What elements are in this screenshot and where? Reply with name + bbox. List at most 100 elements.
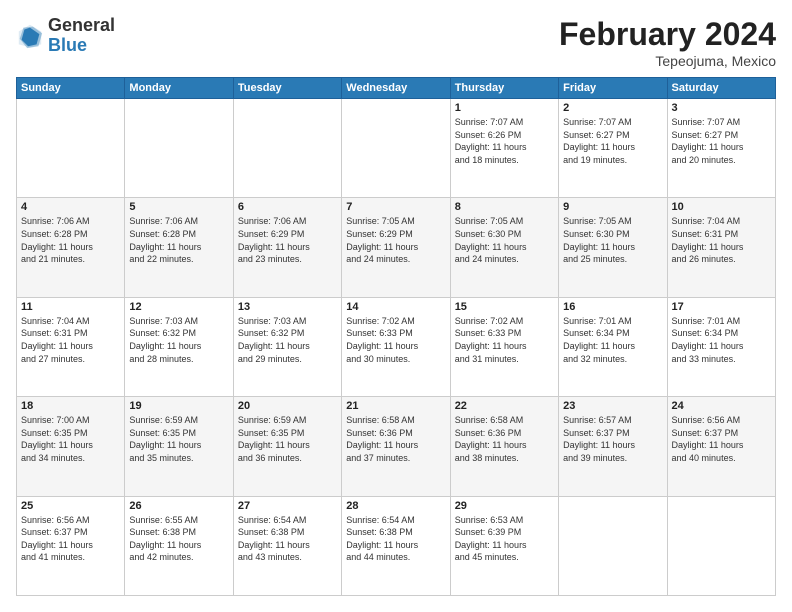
calendar-cell: 19Sunrise: 6:59 AM Sunset: 6:35 PM Dayli… [125, 397, 233, 496]
day-number: 7 [346, 201, 445, 213]
calendar-week-row: 18 Sunrise: 7:00 AM Sunset: 6:35 PM Dayli… [17, 397, 776, 496]
day-number: 22 [455, 400, 554, 412]
day-number: 5 [129, 201, 228, 213]
cell-info: Sunrise: 7:07 AM Sunset: 6:27 PM Dayligh… [672, 116, 771, 166]
day-number: 12 [129, 301, 228, 313]
calendar-cell: 27 Sunrise: 6:54 AM Sunset: 6:38 PM Dayli… [233, 496, 341, 595]
cell-info: Sunrise: 6:58 AM Sunset: 6:36 PM Dayligh… [346, 414, 445, 464]
cell-info: Sunrise: 7:04 AM Sunset: 6:31 PM Dayligh… [21, 315, 120, 365]
calendar-cell: 7 Sunrise: 7:05 AM Sunset: 6:29 PM Daylig… [342, 198, 450, 297]
page: General Blue February 2024 Tepeojuma, Me… [0, 0, 792, 612]
day-number: 14 [346, 301, 445, 313]
day-number: 26 [129, 500, 228, 512]
cell-info: Sunrise: 6:59 AM Sunset: 6:35 PM Dayligh… [238, 414, 337, 464]
day-number: 10 [672, 201, 771, 213]
calendar-cell [125, 99, 233, 198]
cell-info: Sunrise: 6:55 AM Sunset: 6:38 PM Dayligh… [129, 514, 228, 564]
logo-text: General Blue [48, 16, 115, 56]
header: General Blue February 2024 Tepeojuma, Me… [16, 16, 776, 69]
calendar-cell [233, 99, 341, 198]
cell-info: Sunrise: 7:06 AM Sunset: 6:28 PM Dayligh… [129, 215, 228, 265]
day-number: 6 [238, 201, 337, 213]
calendar-cell: 13 Sunrise: 7:03 AM Sunset: 6:32 PM Dayli… [233, 297, 341, 396]
calendar-cell: 17 Sunrise: 7:01 AM Sunset: 6:34 PM Dayli… [667, 297, 775, 396]
calendar-cell: 23Sunrise: 6:57 AM Sunset: 6:37 PM Dayli… [559, 397, 667, 496]
day-number: 17 [672, 301, 771, 313]
calendar-week-row: 4 Sunrise: 7:06 AM Sunset: 6:28 PM Daylig… [17, 198, 776, 297]
calendar-cell: 2Sunrise: 7:07 AM Sunset: 6:27 PM Daylig… [559, 99, 667, 198]
calendar-cell: 16Sunrise: 7:01 AM Sunset: 6:34 PM Dayli… [559, 297, 667, 396]
calendar-cell: 22Sunrise: 6:58 AM Sunset: 6:36 PM Dayli… [450, 397, 558, 496]
calendar-cell: 24 Sunrise: 6:56 AM Sunset: 6:37 PM Dayli… [667, 397, 775, 496]
calendar-cell [667, 496, 775, 595]
calendar-cell: 28 Sunrise: 6:54 AM Sunset: 6:38 PM Dayli… [342, 496, 450, 595]
day-number: 18 [21, 400, 120, 412]
day-number: 21 [346, 400, 445, 412]
day-number: 1 [455, 102, 554, 114]
cell-info: Sunrise: 7:01 AM Sunset: 6:34 PM Dayligh… [672, 315, 771, 365]
calendar-cell [559, 496, 667, 595]
title-block: February 2024 Tepeojuma, Mexico [559, 16, 776, 69]
calendar-col-header: Tuesday [233, 78, 341, 99]
day-number: 15 [455, 301, 554, 313]
calendar-cell: 18 Sunrise: 7:00 AM Sunset: 6:35 PM Dayli… [17, 397, 125, 496]
calendar-cell: 15 Sunrise: 7:02 AM Sunset: 6:33 PM Dayli… [450, 297, 558, 396]
calendar-cell: 26 Sunrise: 6:55 AM Sunset: 6:38 PM Dayli… [125, 496, 233, 595]
cell-info: Sunrise: 7:06 AM Sunset: 6:28 PM Dayligh… [21, 215, 120, 265]
calendar-week-row: 25Sunrise: 6:56 AM Sunset: 6:37 PM Dayli… [17, 496, 776, 595]
calendar-col-header: Thursday [450, 78, 558, 99]
calendar-table: SundayMondayTuesdayWednesdayThursdayFrid… [16, 77, 776, 596]
calendar-col-header: Monday [125, 78, 233, 99]
calendar-cell: 25Sunrise: 6:56 AM Sunset: 6:37 PM Dayli… [17, 496, 125, 595]
calendar-cell: 9 Sunrise: 7:05 AM Sunset: 6:30 PM Daylig… [559, 198, 667, 297]
calendar-col-header: Wednesday [342, 78, 450, 99]
calendar-cell: 6 Sunrise: 7:06 AM Sunset: 6:29 PM Daylig… [233, 198, 341, 297]
cell-info: Sunrise: 6:54 AM Sunset: 6:38 PM Dayligh… [238, 514, 337, 564]
cell-info: Sunrise: 7:05 AM Sunset: 6:30 PM Dayligh… [455, 215, 554, 265]
calendar-cell: 10 Sunrise: 7:04 AM Sunset: 6:31 PM Dayli… [667, 198, 775, 297]
calendar-cell: 21 Sunrise: 6:58 AM Sunset: 6:36 PM Dayli… [342, 397, 450, 496]
day-number: 9 [563, 201, 662, 213]
day-number: 4 [21, 201, 120, 213]
day-number: 11 [21, 301, 120, 313]
calendar-cell: 12 Sunrise: 7:03 AM Sunset: 6:32 PM Dayli… [125, 297, 233, 396]
calendar-cell [342, 99, 450, 198]
logo: General Blue [16, 16, 115, 56]
cell-info: Sunrise: 7:07 AM Sunset: 6:27 PM Dayligh… [563, 116, 662, 166]
day-number: 28 [346, 500, 445, 512]
cell-info: Sunrise: 7:06 AM Sunset: 6:29 PM Dayligh… [238, 215, 337, 265]
calendar-cell: 29 Sunrise: 6:53 AM Sunset: 6:39 PM Dayli… [450, 496, 558, 595]
cell-info: Sunrise: 6:56 AM Sunset: 6:37 PM Dayligh… [672, 414, 771, 464]
calendar-header-row: SundayMondayTuesdayWednesdayThursdayFrid… [17, 78, 776, 99]
day-number: 20 [238, 400, 337, 412]
cell-info: Sunrise: 7:07 AM Sunset: 6:26 PM Dayligh… [455, 116, 554, 166]
calendar-cell: 4 Sunrise: 7:06 AM Sunset: 6:28 PM Daylig… [17, 198, 125, 297]
day-number: 3 [672, 102, 771, 114]
cell-info: Sunrise: 7:05 AM Sunset: 6:30 PM Dayligh… [563, 215, 662, 265]
calendar-cell: 11 Sunrise: 7:04 AM Sunset: 6:31 PM Dayli… [17, 297, 125, 396]
calendar-week-row: 11 Sunrise: 7:04 AM Sunset: 6:31 PM Dayli… [17, 297, 776, 396]
day-number: 27 [238, 500, 337, 512]
cell-info: Sunrise: 7:01 AM Sunset: 6:34 PM Dayligh… [563, 315, 662, 365]
calendar-col-header: Saturday [667, 78, 775, 99]
cell-info: Sunrise: 7:05 AM Sunset: 6:29 PM Dayligh… [346, 215, 445, 265]
cell-info: Sunrise: 7:02 AM Sunset: 6:33 PM Dayligh… [346, 315, 445, 365]
cell-info: Sunrise: 6:59 AM Sunset: 6:35 PM Dayligh… [129, 414, 228, 464]
cell-info: Sunrise: 7:03 AM Sunset: 6:32 PM Dayligh… [129, 315, 228, 365]
calendar-cell: 1 Sunrise: 7:07 AM Sunset: 6:26 PM Daylig… [450, 99, 558, 198]
day-number: 8 [455, 201, 554, 213]
cell-info: Sunrise: 6:54 AM Sunset: 6:38 PM Dayligh… [346, 514, 445, 564]
cell-info: Sunrise: 6:53 AM Sunset: 6:39 PM Dayligh… [455, 514, 554, 564]
cell-info: Sunrise: 7:00 AM Sunset: 6:35 PM Dayligh… [21, 414, 120, 464]
cell-info: Sunrise: 7:04 AM Sunset: 6:31 PM Dayligh… [672, 215, 771, 265]
calendar-cell: 5 Sunrise: 7:06 AM Sunset: 6:28 PM Daylig… [125, 198, 233, 297]
day-number: 13 [238, 301, 337, 313]
calendar-cell: 20 Sunrise: 6:59 AM Sunset: 6:35 PM Dayli… [233, 397, 341, 496]
calendar-col-header: Sunday [17, 78, 125, 99]
day-number: 24 [672, 400, 771, 412]
calendar-week-row: 1 Sunrise: 7:07 AM Sunset: 6:26 PM Daylig… [17, 99, 776, 198]
cell-info: Sunrise: 7:03 AM Sunset: 6:32 PM Dayligh… [238, 315, 337, 365]
day-number: 29 [455, 500, 554, 512]
cell-info: Sunrise: 6:56 AM Sunset: 6:37 PM Dayligh… [21, 514, 120, 564]
cell-info: Sunrise: 7:02 AM Sunset: 6:33 PM Dayligh… [455, 315, 554, 365]
